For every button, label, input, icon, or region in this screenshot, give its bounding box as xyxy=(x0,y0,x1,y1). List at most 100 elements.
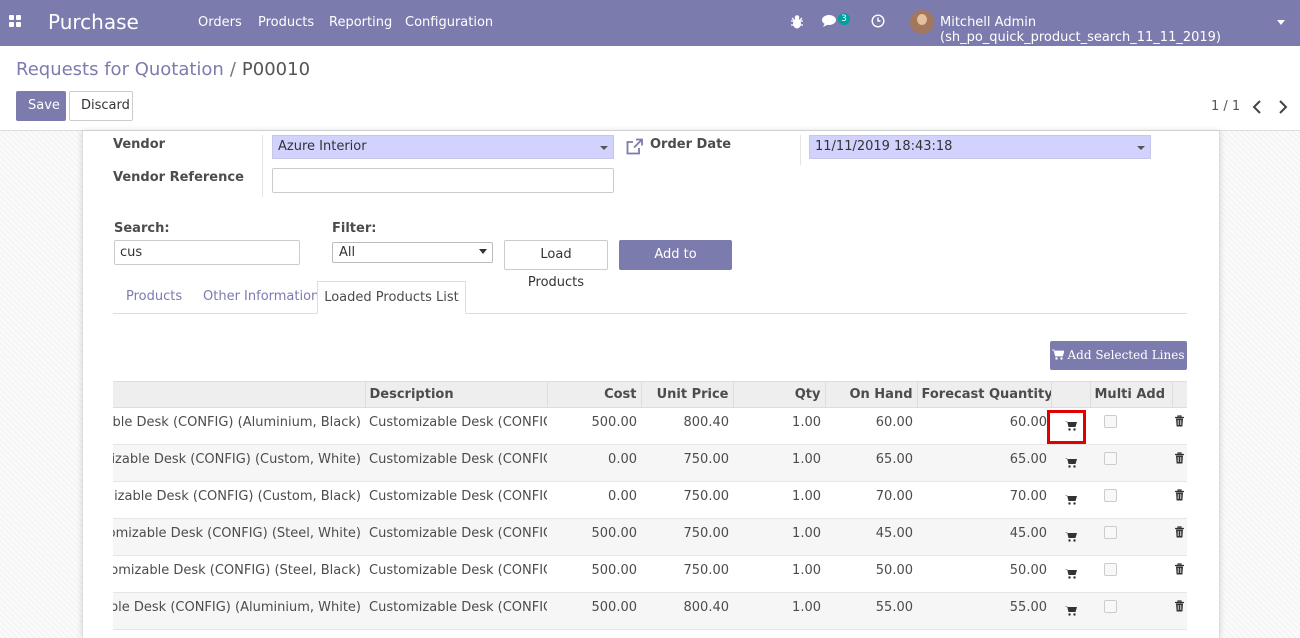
cart-cell xyxy=(1051,444,1090,482)
trash-icon[interactable] xyxy=(1174,563,1185,575)
column-header-multi-add[interactable]: Multi Add xyxy=(1089,381,1172,408)
cart-icon[interactable] xyxy=(1064,605,1077,616)
trash-icon[interactable] xyxy=(1174,600,1185,612)
apps-icon[interactable] xyxy=(9,15,23,29)
column-header-forecast[interactable]: Forecast Quantity xyxy=(916,381,1051,408)
add-to-products-button[interactable]: Add to Products xyxy=(619,240,732,290)
multi-add-checkbox[interactable] xyxy=(1104,600,1117,613)
cart-cell xyxy=(1051,592,1090,630)
cart-icon[interactable] xyxy=(1064,531,1077,542)
loaded-products-table: Description Cost Unit Price Qty On Hand … xyxy=(113,381,1187,630)
table-row[interactable]: [FURN_5555] Customizable Desk (CONFIG) (… xyxy=(113,481,1187,519)
chat-icon[interactable] xyxy=(822,14,838,28)
product-name-cell: [FURN_5555] Customizable Desk (CONFIG) (… xyxy=(113,518,365,556)
external-link-icon[interactable] xyxy=(625,138,644,156)
filter-label: Filter: xyxy=(332,221,377,236)
vendor-label: Vendor xyxy=(113,137,166,152)
unit-price-cell: 750.00 xyxy=(641,444,733,482)
filter-select[interactable]: All xyxy=(332,242,493,263)
cost-cell: 500.00 xyxy=(547,407,641,445)
qty-cell: 1.00 xyxy=(733,444,825,482)
table-row[interactable]: [FURN_5555] Customizable Desk (CONFIG) (… xyxy=(113,407,1187,445)
user-menu[interactable]: Mitchell Admin (sh_po_quick_product_sear… xyxy=(940,15,1300,45)
multi-add-checkbox[interactable] xyxy=(1104,452,1117,465)
multi-add-checkbox[interactable] xyxy=(1104,415,1117,428)
order-date-input[interactable]: 11/11/2019 18:43:18 xyxy=(809,135,1151,159)
description-cell: Customizable Desk (CONFIG) xyxy=(365,407,547,445)
on-hand-cell: 50.00 xyxy=(825,555,917,593)
delete-cell xyxy=(1172,555,1187,593)
description-cell: Customizable Desk (CONFIG) xyxy=(365,481,547,519)
breadcrumb-parent[interactable]: Requests for Quotation xyxy=(16,59,224,80)
forecast-cell: 70.00 xyxy=(917,481,1051,519)
column-header-on-hand[interactable]: On Hand xyxy=(824,381,917,408)
top-navbar: Purchase Orders Products Reporting Confi… xyxy=(0,0,1300,46)
description-cell: Customizable Desk (CONFIG) xyxy=(365,444,547,482)
forecast-cell: 55.00 xyxy=(917,592,1051,630)
pager-value[interactable]: 1 / 1 xyxy=(1211,99,1240,114)
chevron-down-icon[interactable] xyxy=(1277,20,1285,25)
multi-add-checkbox[interactable] xyxy=(1104,489,1117,502)
vendor-reference-input[interactable] xyxy=(272,168,614,193)
tab-loaded-products-list[interactable]: Loaded Products List xyxy=(317,281,466,314)
chevron-down-icon xyxy=(479,249,487,254)
column-header-qty[interactable]: Qty xyxy=(732,381,825,408)
unit-price-cell: 750.00 xyxy=(641,481,733,519)
unit-price-cell: 750.00 xyxy=(641,518,733,556)
trash-icon[interactable] xyxy=(1174,526,1185,538)
discard-button[interactable]: Discard xyxy=(69,91,133,121)
cart-icon[interactable] xyxy=(1064,457,1077,468)
trash-icon[interactable] xyxy=(1174,415,1185,427)
qty-cell: 1.00 xyxy=(733,407,825,445)
chevron-left-icon[interactable] xyxy=(1250,99,1264,115)
chevron-right-icon[interactable] xyxy=(1276,99,1290,115)
cost-cell: 500.00 xyxy=(547,555,641,593)
product-name: [FURN_5555] Customizable Desk (CONFIG) (… xyxy=(113,563,361,578)
column-header-product[interactable] xyxy=(113,381,365,408)
cart-cell xyxy=(1051,555,1090,593)
highlight-box xyxy=(1047,410,1086,444)
column-header-description[interactable]: Description xyxy=(364,381,547,408)
trash-icon[interactable] xyxy=(1174,489,1185,501)
description-cell: Customizable Desk (CONFIG) xyxy=(365,555,547,593)
cart-icon[interactable] xyxy=(1064,494,1077,505)
add-selected-lines-button[interactable]: Add Selected Lines xyxy=(1050,341,1187,370)
menu-orders[interactable]: Orders xyxy=(198,15,242,30)
clock-icon[interactable] xyxy=(871,14,885,28)
qty-cell: 1.00 xyxy=(733,555,825,593)
table-row[interactable]: [FURN_5555] Customizable Desk (CONFIG) (… xyxy=(113,555,1187,593)
search-label: Search: xyxy=(114,221,170,236)
bug-icon[interactable] xyxy=(790,14,804,30)
trash-icon[interactable] xyxy=(1174,452,1185,464)
tab-other-information[interactable]: Other Information xyxy=(203,289,319,304)
menu-reporting[interactable]: Reporting xyxy=(329,15,392,30)
product-name: [FURN_5555] Customizable Desk (CONFIG) (… xyxy=(113,600,361,615)
load-products-button[interactable]: Load Products xyxy=(504,240,608,290)
menu-configuration[interactable]: Configuration xyxy=(405,15,493,30)
qty-cell: 1.00 xyxy=(733,592,825,630)
table-row[interactable]: [FURN_5555] Customizable Desk (CONFIG) (… xyxy=(113,592,1187,630)
field-separator xyxy=(800,135,801,165)
product-name-cell: [FURN_5555] Customizable Desk (CONFIG) (… xyxy=(113,407,365,445)
on-hand-cell: 55.00 xyxy=(825,592,917,630)
multi-add-checkbox[interactable] xyxy=(1104,563,1117,576)
description-cell: Customizable Desk (CONFIG) xyxy=(365,592,547,630)
qty-cell: 1.00 xyxy=(733,518,825,556)
product-name: [FURN_5555] Customizable Desk (CONFIG) (… xyxy=(113,489,361,504)
filter-value: All xyxy=(339,245,356,260)
on-hand-cell: 65.00 xyxy=(825,444,917,482)
vendor-select[interactable]: Azure Interior xyxy=(272,135,614,159)
search-input[interactable]: cus xyxy=(114,240,300,265)
tab-products[interactable]: Products xyxy=(126,289,182,304)
save-button[interactable]: Save xyxy=(16,91,66,121)
table-row[interactable]: [FURN_5555] Customizable Desk (CONFIG) (… xyxy=(113,444,1187,482)
avatar[interactable] xyxy=(910,10,934,34)
app-name[interactable]: Purchase xyxy=(48,10,139,34)
column-header-cost[interactable]: Cost xyxy=(546,381,641,408)
cart-icon[interactable] xyxy=(1064,568,1077,579)
column-header-unit-price[interactable]: Unit Price xyxy=(640,381,733,408)
menu-products[interactable]: Products xyxy=(258,15,314,30)
unit-price-cell: 750.00 xyxy=(641,555,733,593)
table-row[interactable]: [FURN_5555] Customizable Desk (CONFIG) (… xyxy=(113,518,1187,556)
multi-add-checkbox[interactable] xyxy=(1104,526,1117,539)
